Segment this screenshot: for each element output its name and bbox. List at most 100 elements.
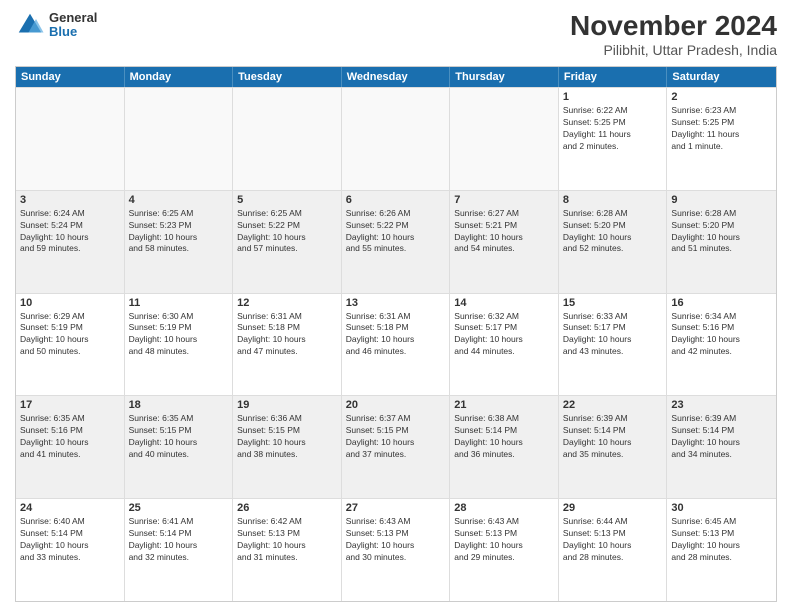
week-row-4: 17 Sunrise: 6:35 AM Sunset: 5:16 PM Dayli… (16, 395, 776, 498)
day-info-1: Sunrise: 6:22 AM Sunset: 5:25 PM Dayligh… (563, 105, 663, 153)
day-info-12: Sunrise: 6:31 AM Sunset: 5:18 PM Dayligh… (237, 311, 337, 359)
day-cell-6: 6 Sunrise: 6:26 AM Sunset: 5:22 PM Daylig… (342, 191, 451, 293)
day-cell-18: 18 Sunrise: 6:35 AM Sunset: 5:15 PM Dayli… (125, 396, 234, 498)
logo-icon (15, 10, 45, 40)
day-number-17: 17 (20, 399, 120, 411)
day-cell-7: 7 Sunrise: 6:27 AM Sunset: 5:21 PM Daylig… (450, 191, 559, 293)
week-row-3: 10 Sunrise: 6:29 AM Sunset: 5:19 PM Dayli… (16, 293, 776, 396)
day-number-1: 1 (563, 91, 663, 103)
logo-line2: Blue (49, 25, 97, 39)
day-number-27: 27 (346, 502, 446, 514)
day-info-29: Sunrise: 6:44 AM Sunset: 5:13 PM Dayligh… (563, 516, 663, 564)
day-info-9: Sunrise: 6:28 AM Sunset: 5:20 PM Dayligh… (671, 208, 772, 256)
day-cell-28: 28 Sunrise: 6:43 AM Sunset: 5:13 PM Dayli… (450, 499, 559, 601)
calendar-body: 1 Sunrise: 6:22 AM Sunset: 5:25 PM Daylig… (16, 87, 776, 601)
day-info-27: Sunrise: 6:43 AM Sunset: 5:13 PM Dayligh… (346, 516, 446, 564)
day-cell-4: 4 Sunrise: 6:25 AM Sunset: 5:23 PM Daylig… (125, 191, 234, 293)
empty-cell-0-3 (342, 88, 451, 190)
day-info-23: Sunrise: 6:39 AM Sunset: 5:14 PM Dayligh… (671, 413, 772, 461)
day-cell-3: 3 Sunrise: 6:24 AM Sunset: 5:24 PM Daylig… (16, 191, 125, 293)
day-number-23: 23 (671, 399, 772, 411)
day-info-25: Sunrise: 6:41 AM Sunset: 5:14 PM Dayligh… (129, 516, 229, 564)
day-number-8: 8 (563, 194, 663, 206)
day-number-25: 25 (129, 502, 229, 514)
day-cell-23: 23 Sunrise: 6:39 AM Sunset: 5:14 PM Dayli… (667, 396, 776, 498)
day-cell-13: 13 Sunrise: 6:31 AM Sunset: 5:18 PM Dayli… (342, 294, 451, 396)
day-info-18: Sunrise: 6:35 AM Sunset: 5:15 PM Dayligh… (129, 413, 229, 461)
day-cell-8: 8 Sunrise: 6:28 AM Sunset: 5:20 PM Daylig… (559, 191, 668, 293)
day-cell-10: 10 Sunrise: 6:29 AM Sunset: 5:19 PM Dayli… (16, 294, 125, 396)
day-info-24: Sunrise: 6:40 AM Sunset: 5:14 PM Dayligh… (20, 516, 120, 564)
day-cell-2: 2Sunrise: 6:23 AM Sunset: 5:25 PM Daylig… (667, 88, 776, 190)
day-info-10: Sunrise: 6:29 AM Sunset: 5:19 PM Dayligh… (20, 311, 120, 359)
header-tuesday: Tuesday (233, 67, 342, 87)
day-number-13: 13 (346, 297, 446, 309)
day-info-13: Sunrise: 6:31 AM Sunset: 5:18 PM Dayligh… (346, 311, 446, 359)
day-number-11: 11 (129, 297, 229, 309)
day-info-14: Sunrise: 6:32 AM Sunset: 5:17 PM Dayligh… (454, 311, 554, 359)
day-info-6: Sunrise: 6:26 AM Sunset: 5:22 PM Dayligh… (346, 208, 446, 256)
day-cell-21: 21 Sunrise: 6:38 AM Sunset: 5:14 PM Dayli… (450, 396, 559, 498)
day-number-3: 3 (20, 194, 120, 206)
day-cell-11: 11 Sunrise: 6:30 AM Sunset: 5:19 PM Dayli… (125, 294, 234, 396)
day-cell-30: 30Sunrise: 6:45 AM Sunset: 5:13 PM Dayli… (667, 499, 776, 601)
day-info-15: Sunrise: 6:33 AM Sunset: 5:17 PM Dayligh… (563, 311, 663, 359)
week-row-2: 3 Sunrise: 6:24 AM Sunset: 5:24 PM Daylig… (16, 190, 776, 293)
day-number-10: 10 (20, 297, 120, 309)
day-info-5: Sunrise: 6:25 AM Sunset: 5:22 PM Dayligh… (237, 208, 337, 256)
day-info-19: Sunrise: 6:36 AM Sunset: 5:15 PM Dayligh… (237, 413, 337, 461)
day-number-20: 20 (346, 399, 446, 411)
day-number-14: 14 (454, 297, 554, 309)
header-thursday: Thursday (450, 67, 559, 87)
day-info-21: Sunrise: 6:38 AM Sunset: 5:14 PM Dayligh… (454, 413, 554, 461)
day-info-4: Sunrise: 6:25 AM Sunset: 5:23 PM Dayligh… (129, 208, 229, 256)
day-number-4: 4 (129, 194, 229, 206)
day-cell-12: 12 Sunrise: 6:31 AM Sunset: 5:18 PM Dayli… (233, 294, 342, 396)
day-number-12: 12 (237, 297, 337, 309)
day-cell-1: 1 Sunrise: 6:22 AM Sunset: 5:25 PM Daylig… (559, 88, 668, 190)
day-number-28: 28 (454, 502, 554, 514)
day-number-7: 7 (454, 194, 554, 206)
day-info-8: Sunrise: 6:28 AM Sunset: 5:20 PM Dayligh… (563, 208, 663, 256)
day-cell-16: 16 Sunrise: 6:34 AM Sunset: 5:16 PM Dayli… (667, 294, 776, 396)
day-cell-15: 15Sunrise: 6:33 AM Sunset: 5:17 PM Dayli… (559, 294, 668, 396)
day-info-30: Sunrise: 6:45 AM Sunset: 5:13 PM Dayligh… (671, 516, 772, 564)
day-number-24: 24 (20, 502, 120, 514)
day-cell-19: 19Sunrise: 6:36 AM Sunset: 5:15 PM Dayli… (233, 396, 342, 498)
day-number-9: 9 (671, 194, 772, 206)
header: General Blue November 2024 Pilibhit, Utt… (15, 10, 777, 58)
day-number-5: 5 (237, 194, 337, 206)
month-title: November 2024 (570, 10, 777, 42)
day-number-6: 6 (346, 194, 446, 206)
header-sunday: Sunday (16, 67, 125, 87)
day-info-20: Sunrise: 6:37 AM Sunset: 5:15 PM Dayligh… (346, 413, 446, 461)
header-wednesday: Wednesday (342, 67, 451, 87)
day-info-3: Sunrise: 6:24 AM Sunset: 5:24 PM Dayligh… (20, 208, 120, 256)
empty-cell-0-0 (16, 88, 125, 190)
day-info-16: Sunrise: 6:34 AM Sunset: 5:16 PM Dayligh… (671, 311, 772, 359)
day-info-7: Sunrise: 6:27 AM Sunset: 5:21 PM Dayligh… (454, 208, 554, 256)
day-info-28: Sunrise: 6:43 AM Sunset: 5:13 PM Dayligh… (454, 516, 554, 564)
calendar-header: Sunday Monday Tuesday Wednesday Thursday… (16, 67, 776, 87)
empty-cell-0-1 (125, 88, 234, 190)
day-info-2: Sunrise: 6:23 AM Sunset: 5:25 PM Dayligh… (671, 105, 772, 153)
day-info-17: Sunrise: 6:35 AM Sunset: 5:16 PM Dayligh… (20, 413, 120, 461)
day-number-21: 21 (454, 399, 554, 411)
day-number-29: 29 (563, 502, 663, 514)
logo-text: General Blue (49, 11, 97, 40)
calendar: Sunday Monday Tuesday Wednesday Thursday… (15, 66, 777, 602)
day-info-11: Sunrise: 6:30 AM Sunset: 5:19 PM Dayligh… (129, 311, 229, 359)
empty-cell-0-4 (450, 88, 559, 190)
header-friday: Friday (559, 67, 668, 87)
day-cell-9: 9 Sunrise: 6:28 AM Sunset: 5:20 PM Daylig… (667, 191, 776, 293)
page: General Blue November 2024 Pilibhit, Utt… (0, 0, 792, 612)
day-cell-25: 25 Sunrise: 6:41 AM Sunset: 5:14 PM Dayli… (125, 499, 234, 601)
location: Pilibhit, Uttar Pradesh, India (570, 42, 777, 58)
empty-cell-0-2 (233, 88, 342, 190)
day-number-16: 16 (671, 297, 772, 309)
week-row-5: 24 Sunrise: 6:40 AM Sunset: 5:14 PM Dayli… (16, 498, 776, 601)
day-number-26: 26 (237, 502, 337, 514)
day-cell-14: 14 Sunrise: 6:32 AM Sunset: 5:17 PM Dayli… (450, 294, 559, 396)
day-cell-22: 22Sunrise: 6:39 AM Sunset: 5:14 PM Dayli… (559, 396, 668, 498)
day-number-18: 18 (129, 399, 229, 411)
